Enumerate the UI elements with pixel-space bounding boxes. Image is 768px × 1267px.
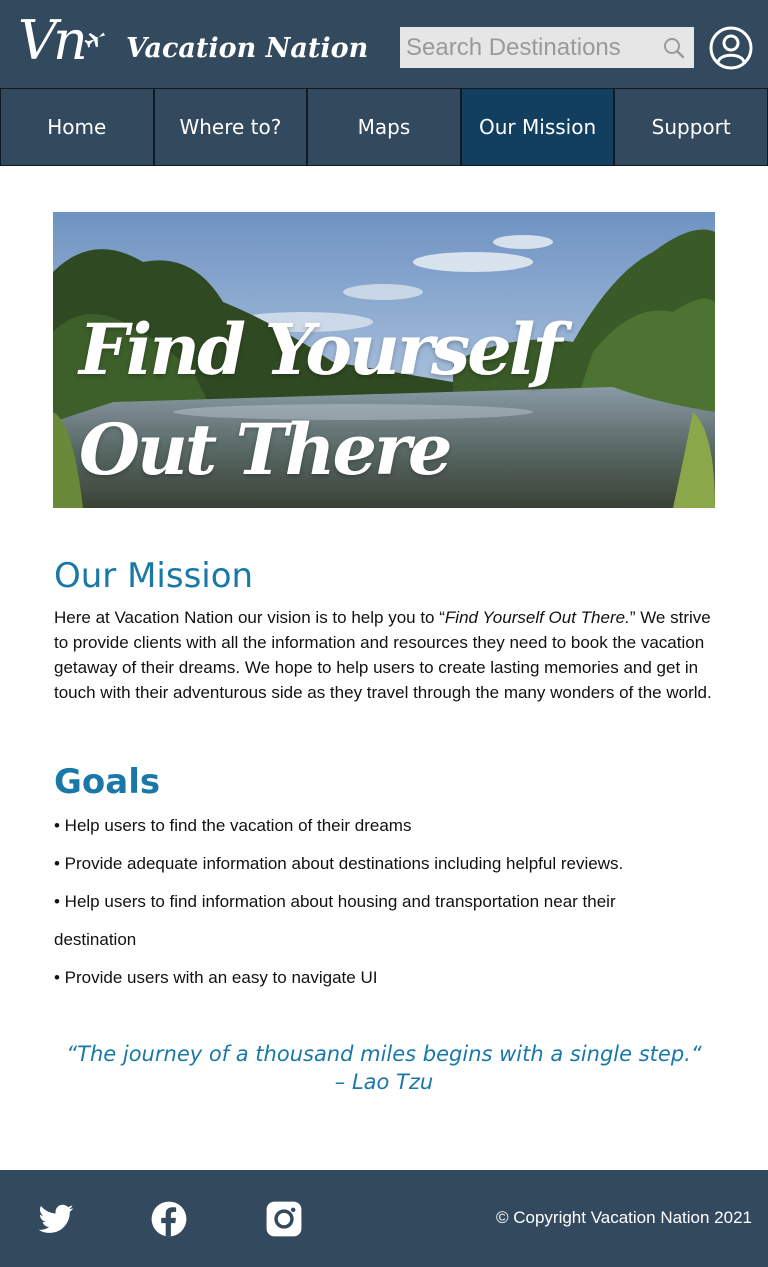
site-footer: © Copyright Vacation Nation 2021 [0,1170,768,1267]
mission-heading: Our Mission [54,556,254,596]
nav-item-maps[interactable]: Maps [307,88,461,166]
twitter-icon[interactable] [37,1200,75,1238]
user-account-icon[interactable] [709,26,753,70]
instagram-icon[interactable] [265,1200,303,1238]
hero-headline-line2: Out There [79,408,453,491]
quote-text: “The journey of a thousand miles begins … [66,1042,702,1066]
goal-item: • Provide users with an easy to navigate… [54,968,378,987]
nav-item-our-mission[interactable]: Our Mission [460,88,615,166]
nav-item-home[interactable]: Home [0,88,154,166]
hero-headline: Find Yourself Out There [79,300,562,500]
mission-text-emphasis: Find Yourself Out There. [444,608,630,627]
logo-monogram: Vn [18,9,88,72]
nav-item-where-to[interactable]: Where to? [153,88,308,166]
copyright-text: © Copyright Vacation Nation 2021 [495,1208,752,1227]
main-nav: Home Where to? Maps Our Mission Support [0,88,768,166]
search-bar [400,27,694,68]
goal-item: • Help users to find information about h… [54,892,616,911]
search-input[interactable] [400,27,650,68]
hero-headline-line1: Find Yourself [79,308,562,391]
quote-block: “The journey of a thousand miles begins … [0,1040,768,1096]
goal-item: • Help users to find the vacation of the… [54,816,412,835]
facebook-icon[interactable] [150,1200,188,1238]
search-icon[interactable] [662,36,686,60]
brand-name[interactable]: Vacation Nation [126,24,368,74]
airplane-icon [84,32,106,48]
mission-paragraph: Here at Vacation Nation our vision is to… [54,605,714,705]
quote-author: – Lao Tzu [334,1070,434,1094]
goal-item: • Provide adequate information about des… [54,854,624,873]
mission-text-before: Here at Vacation Nation our vision is to… [54,608,445,627]
hero-banner: Find Yourself Out There [53,212,715,508]
site-header: Vn Vacation Nation [0,0,768,88]
logo[interactable]: Vn [14,8,110,74]
goals-heading: Goals [54,762,161,802]
goal-item-continued: destination [54,930,137,949]
nav-item-support[interactable]: Support [614,88,768,166]
